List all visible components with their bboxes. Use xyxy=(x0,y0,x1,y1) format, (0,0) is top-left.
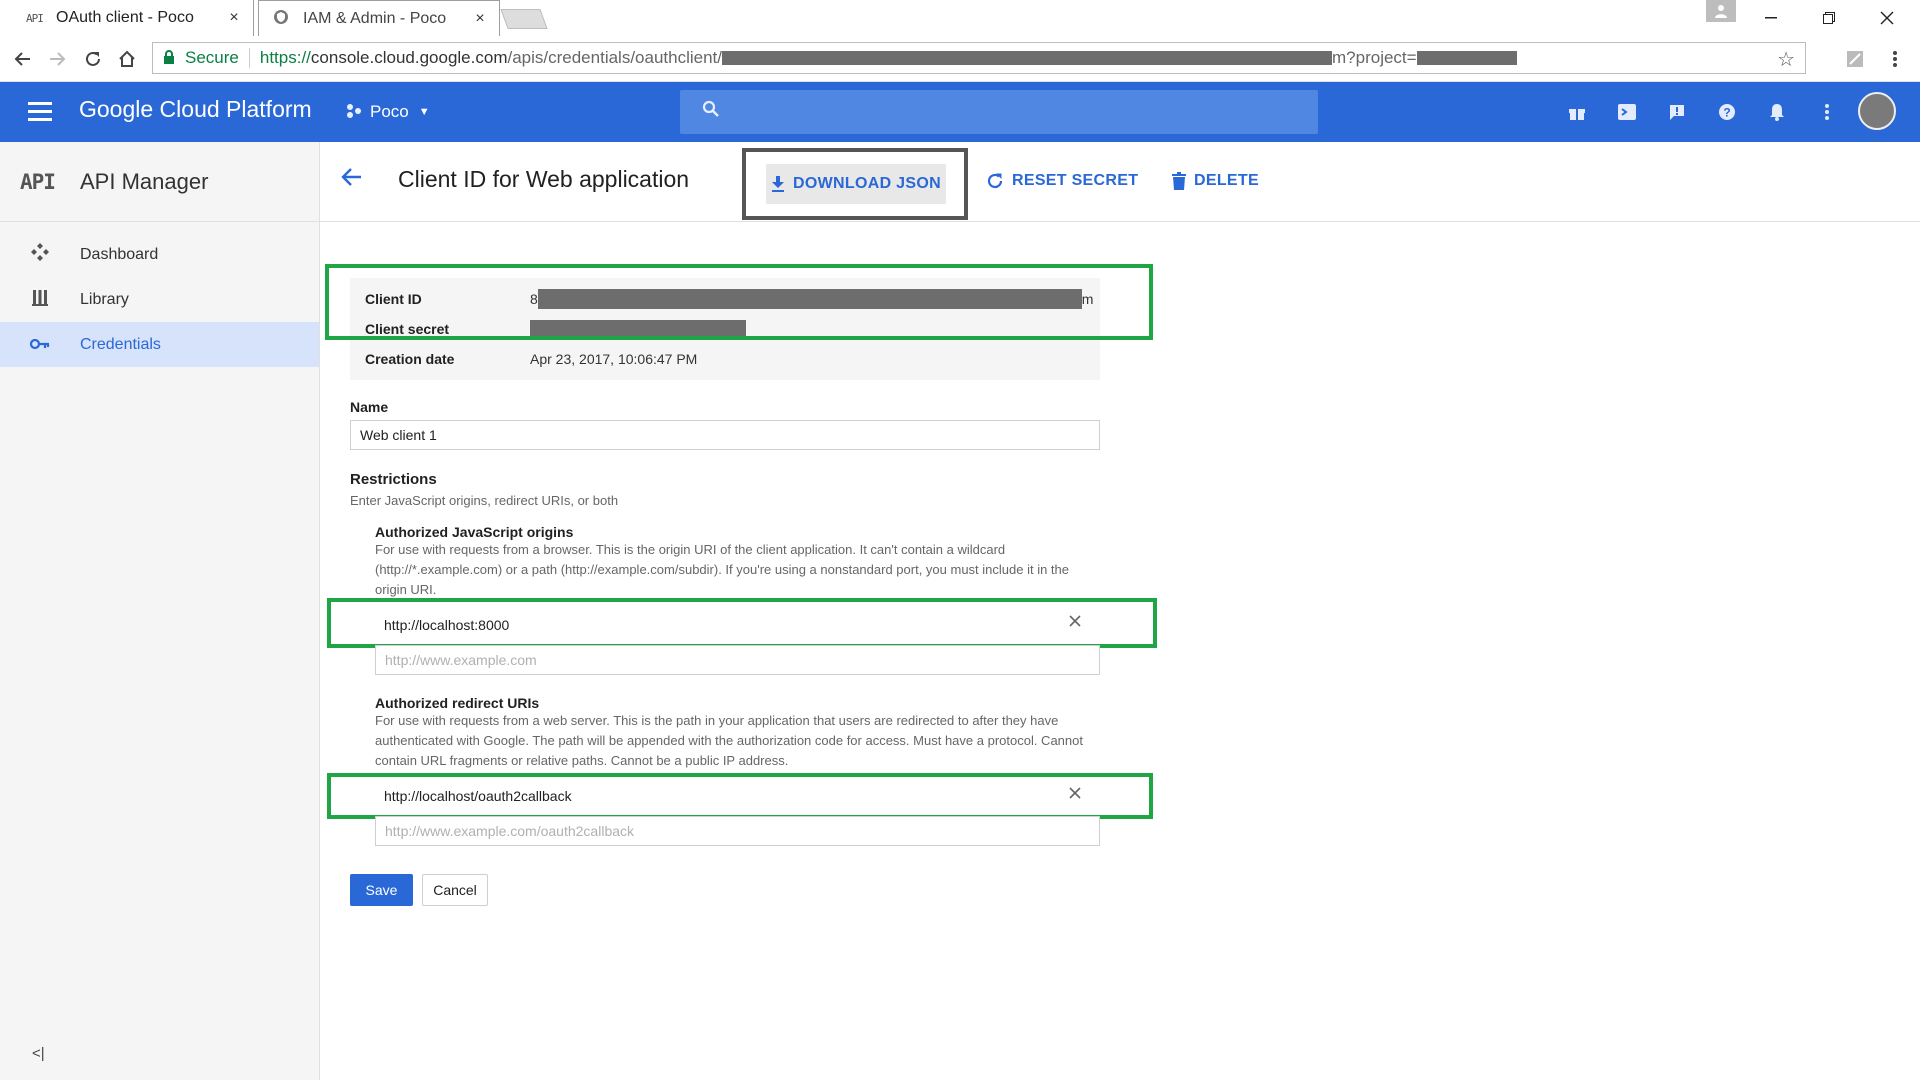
browser-tab-bar: API OAuth client - Poco × IAM & Admin - … xyxy=(0,0,1920,36)
brand-title[interactable]: Google Cloud Platform xyxy=(79,96,312,123)
back-nav-icon[interactable] xyxy=(8,44,38,74)
redirect-uris-help: For use with requests from a web server.… xyxy=(375,713,1083,768)
help-icon[interactable]: ? xyxy=(1712,97,1742,127)
sidebar-title: API Manager xyxy=(80,168,209,194)
tab-label: IAM & Admin - Poco xyxy=(303,9,447,27)
feedback-icon[interactable] xyxy=(1662,97,1692,127)
content-header: Client ID for Web application DOWNLOAD J… xyxy=(320,142,1920,222)
restore-icon[interactable] xyxy=(1800,0,1858,36)
cancel-button[interactable]: Cancel xyxy=(422,874,488,906)
sidebar: API API Manager Dashboard Library Creden… xyxy=(0,142,320,1080)
reload-icon[interactable] xyxy=(78,44,108,74)
chevron-down-icon: ▼ xyxy=(418,106,430,118)
url-scheme: https:// xyxy=(259,48,311,67)
delete-button[interactable]: DELETE xyxy=(1172,172,1259,190)
url-host: console.cloud.google.com xyxy=(310,48,508,67)
sidebar-item-label: Dashboard xyxy=(80,245,159,263)
sidebar-item-label: Credentials xyxy=(80,335,161,353)
tab-oauth-client[interactable]: API OAuth client - Poco × xyxy=(0,0,254,36)
forward-nav-icon[interactable] xyxy=(42,44,72,74)
trash-icon xyxy=(1172,172,1186,190)
name-label: Name xyxy=(350,399,389,415)
delete-label: DELETE xyxy=(1194,172,1259,189)
new-tab-button[interactable] xyxy=(500,9,548,29)
lock-icon xyxy=(163,49,181,67)
download-json-button[interactable]: DOWNLOAD JSON xyxy=(766,164,946,204)
download-highlight-box: DOWNLOAD JSON xyxy=(742,148,968,220)
url-path: /apis/credentials/oauthclient/ xyxy=(507,48,723,67)
sidebar-header: API API Manager xyxy=(0,142,319,222)
gcp-header: Google Cloud Platform Poco ▼ ? xyxy=(0,82,1920,142)
more-vert-icon[interactable] xyxy=(1812,97,1842,127)
gift-icon[interactable] xyxy=(1562,97,1592,127)
api-favicon-icon: API xyxy=(26,11,44,25)
download-icon xyxy=(771,176,785,192)
tab-iam-admin[interactable]: IAM & Admin - Poco × xyxy=(258,0,500,36)
avatar[interactable] xyxy=(1858,92,1896,130)
restrictions-heading: Restrictions xyxy=(350,471,437,488)
library-icon xyxy=(0,288,80,311)
tab-label: OAuth client - Poco xyxy=(56,9,194,26)
dashboard-icon xyxy=(0,242,80,267)
refresh-icon xyxy=(986,172,1004,190)
extension-icon[interactable] xyxy=(1840,44,1870,74)
reset-secret-label: RESET SECRET xyxy=(1012,172,1139,189)
home-icon[interactable] xyxy=(112,44,142,74)
sidebar-nav: Dashboard Library Credentials xyxy=(0,232,319,367)
sidebar-item-dashboard[interactable]: Dashboard xyxy=(0,232,319,277)
creation-date-row: Creation date Apr 23, 2017, 10:06:47 PM xyxy=(350,344,1100,374)
search-input[interactable] xyxy=(680,90,1318,134)
close-tab-icon[interactable]: × xyxy=(223,9,245,27)
redirect-uri-highlight-box xyxy=(327,773,1153,819)
project-selector[interactable]: Poco ▼ xyxy=(346,102,430,122)
reset-secret-button[interactable]: RESET SECRET xyxy=(986,172,1138,190)
redirect-uris-heading: Authorized redirect URIs xyxy=(375,695,540,711)
restrictions-help: Enter JavaScript origins, redirect URIs,… xyxy=(350,493,619,508)
redirect-uri-input[interactable]: http://www.example.com/oauth2callback xyxy=(375,816,1100,846)
cloud-shell-icon[interactable] xyxy=(1612,97,1642,127)
url-query: m?project= xyxy=(1332,48,1417,67)
address-bar[interactable]: Secure https:// console.cloud.google.com… xyxy=(152,42,1806,74)
project-name: Poco xyxy=(370,102,409,121)
name-field[interactable]: Web client 1 xyxy=(350,420,1100,450)
omnibox-divider xyxy=(248,48,250,68)
collapse-sidebar-icon[interactable]: <| xyxy=(32,1045,45,1062)
sidebar-item-library[interactable]: Library xyxy=(0,277,319,322)
save-button[interactable]: Save xyxy=(350,874,413,906)
redacted-url-segment xyxy=(722,51,1333,65)
browser-toolbar: Secure https:// console.cloud.google.com… xyxy=(0,36,1920,82)
api-logo-icon: API xyxy=(20,169,56,194)
secure-label: Secure xyxy=(185,48,239,67)
profile-icon[interactable] xyxy=(1706,0,1736,22)
sidebar-item-label: Library xyxy=(80,290,129,308)
search-icon xyxy=(702,100,720,124)
window-close-icon[interactable] xyxy=(1858,0,1916,36)
project-dots-icon xyxy=(346,103,362,122)
redacted-project-id xyxy=(1416,51,1517,65)
download-json-label: DOWNLOAD JSON xyxy=(793,175,941,192)
minimize-icon[interactable] xyxy=(1742,0,1800,36)
bookmark-star-icon[interactable]: ☆ xyxy=(1777,47,1795,72)
key-icon xyxy=(0,335,80,355)
sidebar-item-credentials[interactable]: Credentials xyxy=(0,322,319,367)
creation-date-value: Apr 23, 2017, 10:06:47 PM xyxy=(530,351,698,367)
browser-menu-icon[interactable] xyxy=(1880,44,1910,74)
svg-text:?: ? xyxy=(1723,106,1730,120)
back-arrow-icon[interactable] xyxy=(340,164,364,196)
js-origins-heading: Authorized JavaScript origins xyxy=(375,524,574,540)
js-origin-highlight-box xyxy=(327,598,1157,648)
page-title: Client ID for Web application xyxy=(398,166,690,192)
credentials-highlight-box xyxy=(325,264,1153,340)
menu-icon[interactable] xyxy=(28,102,52,126)
close-tab-icon[interactable]: × xyxy=(469,10,491,28)
creation-date-label: Creation date xyxy=(365,351,455,367)
shield-icon xyxy=(273,9,295,28)
js-origins-help: For use with requests from a browser. Th… xyxy=(375,542,1069,597)
js-origin-input[interactable]: http://www.example.com xyxy=(375,645,1100,675)
notifications-bell-icon[interactable] xyxy=(1762,97,1792,127)
